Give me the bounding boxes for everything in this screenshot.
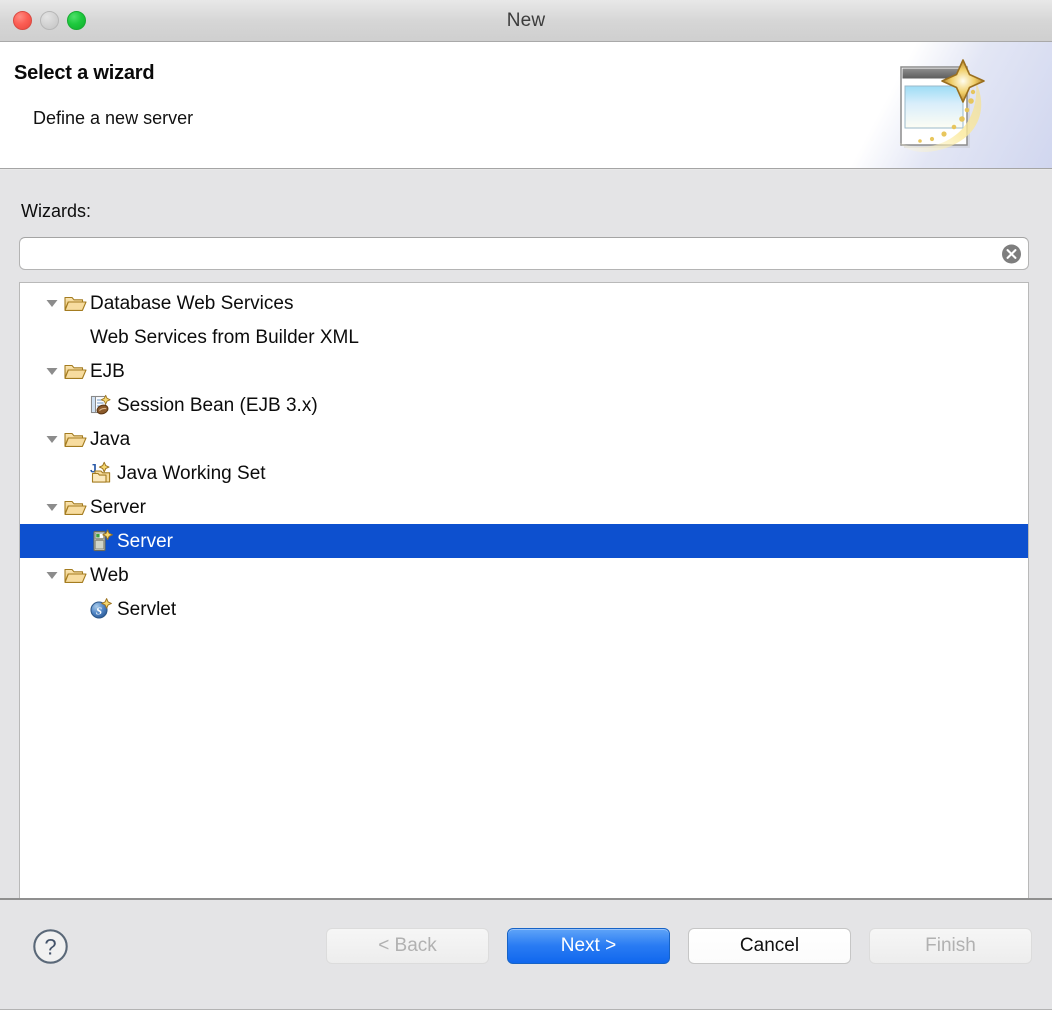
dialog-body: Wizards: Database Web Services Web Servic… [0, 170, 1052, 937]
tree-item-ejb[interactable]: EJB [20, 354, 1028, 388]
tree-item-label: Web [90, 564, 129, 586]
next-button[interactable]: Next > [507, 928, 670, 964]
svg-text:S: S [96, 606, 102, 618]
wizard-banner: Select a wizard Define a new server [0, 42, 1052, 170]
chevron-down-icon[interactable] [41, 431, 63, 447]
page-subtitle: Define a new server [33, 108, 194, 128]
tree-item-label: Web Services from Builder XML [90, 326, 359, 348]
wizard-window-sparkle-icon [884, 56, 996, 162]
open-folder-icon [63, 427, 87, 451]
clear-circle-x-icon[interactable] [1002, 244, 1021, 263]
tree-item-label: Java Working Set [117, 462, 266, 484]
chevron-down-icon[interactable] [41, 499, 63, 515]
dialog-button-bar: < Back Next > Cancel Finish [326, 928, 1032, 964]
minimize-button [40, 11, 59, 30]
window-controls [13, 0, 86, 41]
wizards-tree-panel[interactable]: Database Web Services Web Services from B… [19, 282, 1029, 937]
back-button: < Back [326, 928, 489, 964]
window-title: New [506, 9, 546, 31]
java-working-set-new-icon: J [89, 461, 113, 485]
tree-item-server[interactable]: Server [20, 490, 1028, 524]
session-bean-new-icon [89, 393, 113, 417]
tree-item-web[interactable]: Web [20, 558, 1028, 592]
chevron-down-icon[interactable] [41, 567, 63, 583]
tree-item-web-services-from-builder-xml[interactable]: Web Services from Builder XML [20, 320, 1028, 354]
wizards-tree[interactable]: Database Web Services Web Services from B… [20, 283, 1028, 626]
tree-item-label: EJB [90, 360, 125, 382]
open-folder-icon [63, 359, 87, 383]
open-folder-icon [63, 495, 87, 519]
tree-item-label: Servlet [117, 598, 177, 620]
tree-item-java[interactable]: Java [20, 422, 1028, 456]
wizards-label: Wizards: [21, 201, 92, 221]
svg-text:?: ? [44, 935, 56, 960]
open-folder-icon [63, 291, 87, 315]
tree-item-label: Java [90, 428, 131, 450]
window-titlebar: New [0, 0, 1052, 42]
cancel-button[interactable]: Cancel [688, 928, 851, 964]
tree-item-session-bean-ejb-3-x[interactable]: Session Bean (EJB 3.x) [20, 388, 1028, 422]
finish-button: Finish [869, 928, 1032, 964]
tree-item-java-working-set[interactable]: J Java Working Set [20, 456, 1028, 490]
tree-item-label: Database Web Services [90, 292, 294, 314]
tree-item-database-web-services[interactable]: Database Web Services [20, 286, 1028, 320]
wizard-filter [19, 237, 1029, 270]
search-input[interactable] [19, 237, 1029, 270]
tree-item-label: Server [90, 496, 146, 518]
tree-item-server[interactable]: Server [20, 524, 1028, 558]
close-button[interactable] [13, 11, 32, 30]
help-question-icon[interactable]: ? [32, 928, 69, 965]
chevron-down-icon[interactable] [41, 295, 63, 311]
tree-item-label: Server [117, 530, 173, 552]
tree-item-label: Session Bean (EJB 3.x) [117, 394, 318, 416]
servlet-new-icon: S [89, 597, 113, 621]
dialog-footer: ? < Back Next > Cancel Finish [0, 898, 1052, 1010]
page-title: Select a wizard [14, 62, 155, 84]
server-new-icon [89, 529, 113, 553]
chevron-down-icon[interactable] [41, 363, 63, 379]
zoom-button[interactable] [67, 11, 86, 30]
open-folder-icon [63, 563, 87, 587]
tree-item-servlet[interactable]: S Servlet [20, 592, 1028, 626]
new-wizard-dialog: New Select a wizard Define a new server [0, 0, 1052, 1010]
